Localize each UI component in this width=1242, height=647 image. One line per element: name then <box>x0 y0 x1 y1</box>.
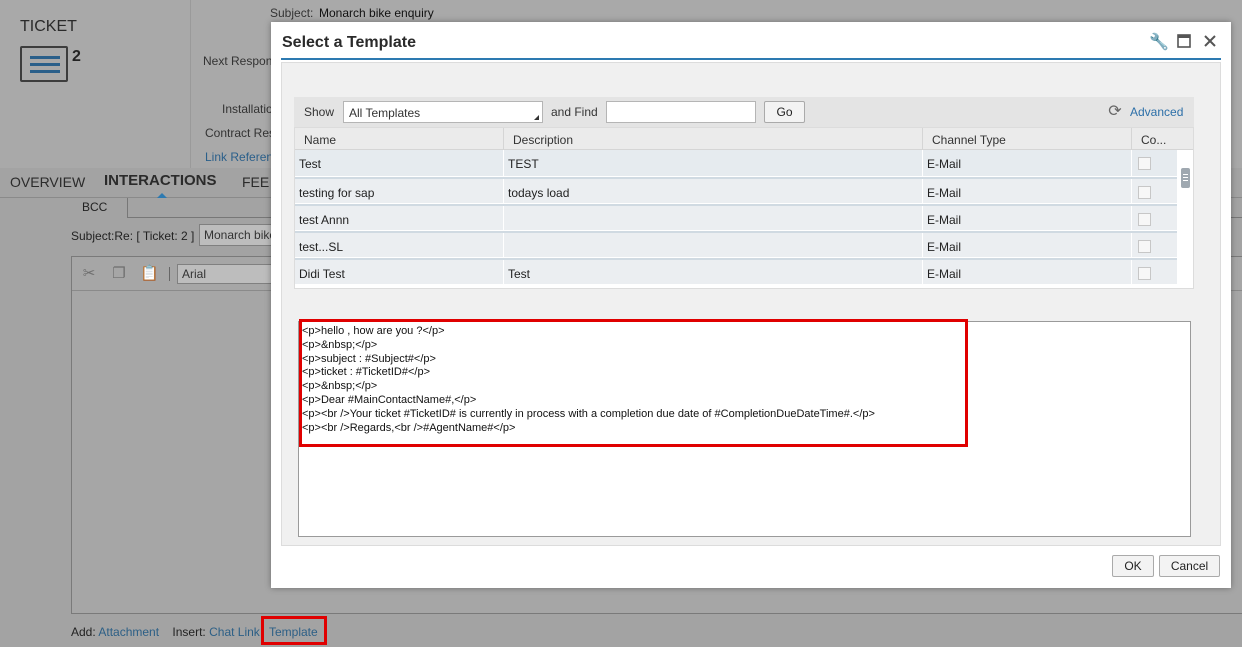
show-select[interactable]: All Templates <box>343 101 543 123</box>
copy-icon[interactable]: ❐ <box>110 265 128 283</box>
row-checkbox[interactable] <box>1138 213 1151 226</box>
installation-label: Installatio <box>222 102 273 116</box>
scrollbar-thumb[interactable] <box>1181 168 1190 188</box>
font-family-select[interactable]: Arial <box>177 264 272 284</box>
chat-link[interactable]: Chat Link <box>209 625 260 639</box>
table-row[interactable]: Didi Test Test E-Mail <box>295 258 1177 286</box>
column-header-description[interactable]: Description <box>504 128 923 150</box>
insert-row: Add: Attachment Insert: Chat Link <box>71 625 260 639</box>
table-scrollbar[interactable] <box>1179 150 1193 288</box>
row-channel: E-Mail <box>923 233 1132 259</box>
maximize-icon[interactable] <box>1175 34 1193 52</box>
filter-bar: Show All Templates and Find Go ⟳ Advance… <box>294 97 1194 127</box>
subject-label: Subject: <box>270 6 314 20</box>
dropdown-arrow-icon <box>534 115 539 120</box>
row-description <box>504 233 923 259</box>
ticket-summary-panel: TICKET 2 <box>0 0 190 168</box>
paste-icon[interactable]: 📋 <box>140 265 159 283</box>
add-label: Add: <box>71 625 96 639</box>
row-name: testing for sap <box>295 179 504 205</box>
row-checkbox[interactable] <box>1138 157 1151 170</box>
table-header: Name Description Channel Type Co... <box>295 128 1193 150</box>
close-icon[interactable] <box>1201 34 1219 52</box>
row-channel: E-Mail <box>923 206 1132 232</box>
compose-subject-label: Subject:Re: [ Ticket: 2 ] <box>71 229 195 243</box>
show-select-value: All Templates <box>349 106 421 120</box>
find-label: and Find <box>551 105 598 119</box>
cancel-button[interactable]: Cancel <box>1159 555 1220 577</box>
tab-interactions[interactable]: INTERACTIONS <box>104 172 217 189</box>
refresh-icon[interactable]: ⟳ <box>1105 102 1125 122</box>
table-row[interactable]: testing for sap todays load E-Mail <box>295 177 1177 205</box>
row-name: Didi Test <box>295 260 504 286</box>
table-row[interactable]: test...SL E-Mail <box>295 231 1177 259</box>
row-description: todays load <box>504 179 923 205</box>
tab-feed[interactable]: FEE <box>242 174 269 190</box>
dialog-title: Select a Template <box>282 34 416 51</box>
row-name: test Annn <box>295 206 504 232</box>
table-row[interactable]: test Annn E-Mail <box>295 204 1177 232</box>
go-button[interactable]: Go <box>764 101 805 123</box>
advanced-link[interactable]: Advanced <box>1130 105 1183 119</box>
ticket-title: TICKET <box>20 18 77 35</box>
ok-button[interactable]: OK <box>1112 555 1154 577</box>
select-template-dialog: Select a Template 🔧 Show All Templates a… <box>271 22 1231 588</box>
column-header-name[interactable]: Name <box>295 128 504 150</box>
cut-icon[interactable]: ✂ <box>80 265 98 283</box>
bcc-label[interactable]: BCC <box>72 198 128 218</box>
preview-highlight-box <box>299 319 968 447</box>
row-checkbox[interactable] <box>1138 267 1151 280</box>
dialog-title-divider <box>281 58 1221 60</box>
contract-label: Contract Res <box>205 126 276 140</box>
row-channel: E-Mail <box>923 179 1132 205</box>
toolbar-divider <box>169 267 170 281</box>
template-preview: <p>hello , how are you ?</p> <p>&nbsp;</… <box>298 319 1191 537</box>
row-channel: E-Mail <box>923 150 1132 176</box>
row-name: Test <box>295 150 504 176</box>
row-checkbox[interactable] <box>1138 240 1151 253</box>
next-response-label: Next Respon <box>203 54 273 68</box>
row-description: Test <box>504 260 923 286</box>
dialog-content: Show All Templates and Find Go ⟳ Advance… <box>281 62 1221 546</box>
wrench-icon[interactable]: 🔧 <box>1149 34 1169 52</box>
table-row[interactable]: Test TEST E-Mail <box>295 150 1177 177</box>
find-input[interactable] <box>606 101 756 123</box>
insert-label: Insert: <box>172 625 206 639</box>
row-checkbox[interactable] <box>1138 186 1151 199</box>
template-table: Name Description Channel Type Co... Test… <box>294 127 1194 289</box>
row-channel: E-Mail <box>923 260 1132 286</box>
attachment-link[interactable]: Attachment <box>98 625 159 639</box>
row-description <box>504 206 923 232</box>
row-description: TEST <box>504 150 923 176</box>
ticket-number: 2 <box>72 48 81 65</box>
row-name: test...SL <box>295 233 504 259</box>
link-reference-label[interactable]: Link Referen <box>205 150 273 164</box>
subject-value: Monarch bike enquiry <box>319 6 434 20</box>
column-header-channel-type[interactable]: Channel Type <box>923 128 1132 150</box>
template-link[interactable]: Template <box>261 616 327 645</box>
ticket-icon <box>20 46 68 82</box>
column-header-co[interactable]: Co... <box>1132 128 1193 150</box>
tab-overview[interactable]: OVERVIEW <box>10 174 85 190</box>
show-label: Show <box>304 105 335 119</box>
